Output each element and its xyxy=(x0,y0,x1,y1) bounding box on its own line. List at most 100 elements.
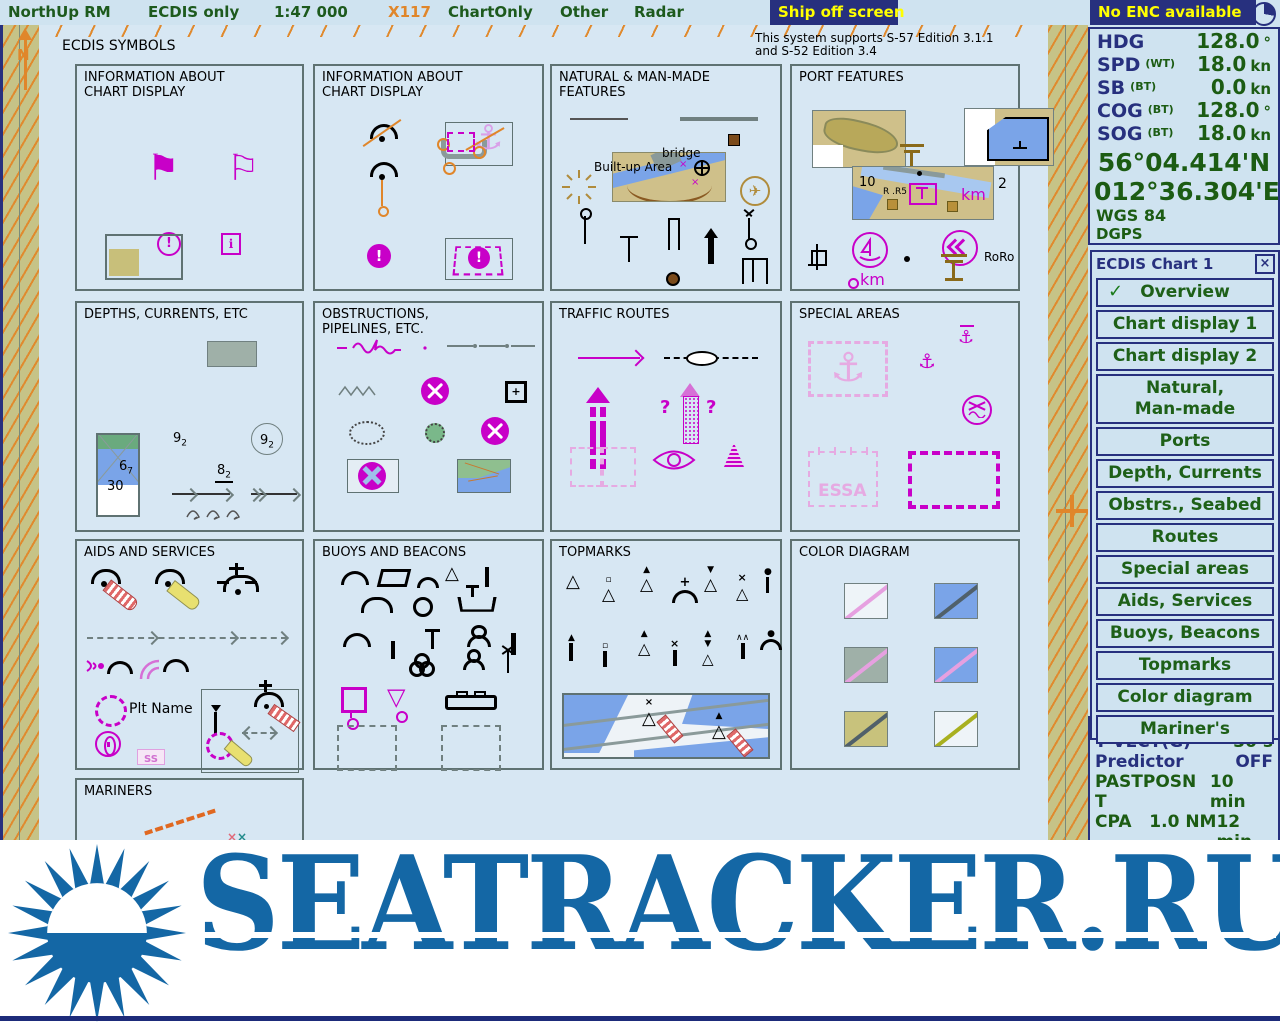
timer-clock-icon[interactable] xyxy=(1252,2,1276,26)
panel-title: INFORMATION ABOUTCHART DISPLAY xyxy=(322,70,463,100)
wave-symbol xyxy=(185,505,247,521)
menu-item-topmarks[interactable]: Topmarks xyxy=(1096,651,1274,680)
cable-symbol xyxy=(335,339,429,357)
menu-item-depth-currents[interactable]: Depth, Currents xyxy=(1096,459,1274,488)
basin-inset xyxy=(964,108,1054,166)
circled-sounding: 92 xyxy=(251,423,283,455)
nav-row-cog: COG(BT) 128.0° xyxy=(1090,98,1278,121)
no-data-strip-left xyxy=(0,25,39,840)
menu-item-routes[interactable]: Routes xyxy=(1096,523,1274,552)
nav-data-panel: HDG 128.0° SPD(WT) 18.0kn SB(BT) 0.0kn C… xyxy=(1088,27,1280,245)
racon-icon xyxy=(83,657,109,675)
pipeline-segment xyxy=(511,345,535,347)
menu-item-ports[interactable]: Ports xyxy=(1096,427,1274,456)
strip-divider-line xyxy=(19,25,20,840)
dotted-ellipse xyxy=(349,421,385,445)
panel-depths-currents: DEPTHS, CURRENTS, ETC 67 30 92 92 82 xyxy=(75,301,304,532)
panel-port-features: PORT FEATURES 10 R .R5 xyxy=(790,64,1020,291)
panel-info-display-1: INFORMATION ABOUTCHART DISPLAY ⚑ ⚐ ! i xyxy=(75,64,304,291)
buoy-cone: △ xyxy=(445,563,459,584)
topmark-box-spar: ▫ xyxy=(602,641,608,667)
topmark-cone-spar: ▲ xyxy=(568,633,575,661)
beacon-icon xyxy=(214,712,217,734)
color-swatch xyxy=(934,711,978,747)
information-box-icon: i xyxy=(221,233,241,255)
radar-surveillance-icon xyxy=(652,449,696,471)
ecdis-chart1-menu: ECDIS Chart 1 × ✓ Overview Chart display… xyxy=(1090,250,1280,740)
menu-item-overview[interactable]: ✓ Overview xyxy=(1096,278,1274,307)
beacon-spar xyxy=(391,641,395,659)
magenta-berth-box xyxy=(909,183,937,205)
no-enc-alert: No ENC available xyxy=(1090,0,1256,25)
predictor-row[interactable]: PredictorOFF xyxy=(1090,752,1278,772)
display-mode-button[interactable]: ECDIS only xyxy=(148,3,239,21)
nav-row-sog: SOG(BT) 18.0kn xyxy=(1090,121,1278,144)
pastposn-row[interactable]: PASTPOSN T10 min xyxy=(1090,772,1278,812)
depth-label: 10 xyxy=(859,175,876,190)
color-swatch xyxy=(844,647,888,683)
chart-scale-button[interactable]: 1:47 000 xyxy=(274,3,348,21)
flag-hollow-icon: ⚐ xyxy=(227,148,259,189)
menu-item-special-areas[interactable]: Special areas xyxy=(1096,555,1274,584)
dredged-area-swatch xyxy=(207,341,257,367)
ecdis-screen: NorthUp RM ECDIS only 1:47 000 X117 Char… xyxy=(0,0,1280,1024)
orientation-mode-button[interactable]: NorthUp RM xyxy=(8,3,111,21)
topmark-box-cone: ▫△ xyxy=(602,575,615,605)
circle-cross-icon xyxy=(694,160,710,176)
topmark-diamond-cone: ▲▼△ xyxy=(702,629,714,668)
chart-only-button[interactable]: ChartOnly xyxy=(448,3,533,21)
pipeline-segment xyxy=(447,345,473,347)
menu-item-obstrs-seabed[interactable]: Obstrs., Seabed xyxy=(1096,491,1274,520)
menu-item-color-diagram[interactable]: Color diagram xyxy=(1096,683,1274,712)
watermark-banner: SEATRACKER.RU xyxy=(0,840,1280,1024)
panel-title: INFORMATION ABOUTCHART DISPLAY xyxy=(84,70,225,100)
orange-circle xyxy=(378,206,389,217)
wreck-inset xyxy=(347,459,399,493)
north-arrow-icon: N xyxy=(17,28,33,94)
harbour-tower-icon xyxy=(816,244,818,270)
light-base-dot xyxy=(379,136,385,142)
beacon-pole xyxy=(431,629,434,649)
bridge-label: bridge xyxy=(662,146,701,160)
datum-label: WGS 84 xyxy=(1090,206,1278,225)
close-icon[interactable]: × xyxy=(1255,254,1275,274)
panel-title: AIDS AND SERVICES xyxy=(84,545,215,560)
panel-title: COLOR DIAGRAM xyxy=(799,545,910,560)
monument-symbol xyxy=(708,238,714,264)
nav-row-hdg: HDG 128.0° xyxy=(1090,29,1278,52)
land-fill xyxy=(109,249,139,276)
no-data-strip-right xyxy=(1048,25,1088,840)
panel-title: TOPMARKS xyxy=(559,545,631,560)
pilot-boarding-circle xyxy=(95,695,127,727)
panel-title: DEPTHS, CURRENTS, ETC xyxy=(84,307,248,322)
buoy-spar xyxy=(485,567,489,587)
orange-stem xyxy=(381,180,383,206)
daymark-triangle-icon: ▽ xyxy=(387,683,405,711)
fog-signal-light-icon xyxy=(163,659,189,672)
topmark-x-cone: ×△ xyxy=(736,571,748,603)
menu-item-natural-manmade[interactable]: Natural,Man-made xyxy=(1096,374,1274,424)
ferry-oval xyxy=(686,351,718,366)
alert-badge-icon: ! xyxy=(468,247,490,269)
topmark-x-spar: × xyxy=(670,637,679,666)
menu-item-buoys-beacons[interactable]: Buoys, Beacons xyxy=(1096,619,1274,648)
menu-item-mariners[interactable]: Mariner's xyxy=(1096,715,1274,744)
buoy-super xyxy=(457,597,496,612)
signal-station-badge: SS xyxy=(137,749,165,765)
menu-item-chart-display-1[interactable]: Chart display 1 xyxy=(1096,310,1274,339)
roro-label: RoRo xyxy=(984,250,1014,264)
topmark-two-cones: ▲△ xyxy=(638,629,650,658)
buoy-area-box xyxy=(337,725,397,771)
other-button[interactable]: Other xyxy=(560,3,608,21)
overscale-inset xyxy=(105,234,183,280)
pilot-name-label: Plt Name xyxy=(129,701,193,717)
panel-title: SPECIAL AREAS xyxy=(799,307,900,322)
topmark-sphere-spar: ● xyxy=(764,567,772,593)
radar-button[interactable]: Radar xyxy=(634,3,684,21)
panel-title: PORT FEATURES xyxy=(799,70,904,85)
precautionary-box xyxy=(570,447,602,487)
menu-item-aids-services[interactable]: Aids, Services xyxy=(1096,587,1274,616)
wreck-danger-icon xyxy=(421,377,449,405)
essa-area-box: ESSA xyxy=(808,451,878,507)
menu-item-chart-display-2[interactable]: Chart display 2 xyxy=(1096,342,1274,371)
